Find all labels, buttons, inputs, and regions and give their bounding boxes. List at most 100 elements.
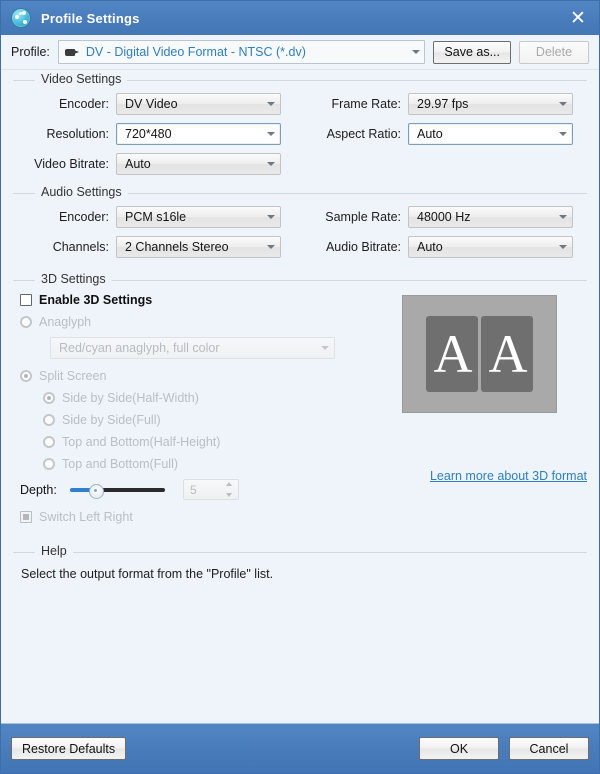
aspect-ratio-dropdown[interactable]: Auto [408,123,573,145]
audio-settings-title: Audio Settings [35,185,128,199]
side-by-side-full-radio [43,414,55,426]
dialog-body: Video Settings Encoder: DV Video Frame R… [1,70,599,723]
switch-left-right-row: Switch Left Right [20,510,392,524]
frame-rate-dropdown[interactable]: 29.97 fps [408,93,573,115]
chevron-down-icon [267,215,275,219]
enable-3d-checkbox[interactable] [20,294,32,306]
chevron-down-icon [321,346,329,350]
cancel-button[interactable]: Cancel [509,737,589,760]
resolution-label: Resolution: [46,127,109,141]
depth-stepper: 5 [183,479,239,500]
chevron-down-icon [559,102,567,106]
split-option-row: Side by Side(Full) [43,413,392,427]
delete-button: Delete [519,40,589,64]
preview-pane-right: A [481,316,533,392]
save-as-button[interactable]: Save as... [433,40,511,64]
video-row-3: Video Bitrate: Auto [13,153,587,175]
audio-bitrate-value: Auto [417,240,443,254]
threed-settings-title: 3D Settings [35,272,112,286]
frame-rate-value: 29.97 fps [417,97,469,111]
chevron-down-icon [559,245,567,249]
dialog-footer: Restore Defaults OK Cancel [1,723,599,773]
video-bitrate-value: Auto [125,157,151,171]
chevron-down-icon [267,132,275,136]
anaglyph-radio-row: Anaglyph [20,315,392,329]
aspect-ratio-label: Aspect Ratio: [326,127,401,141]
anaglyph-value: Red/cyan anaglyph, full color [59,341,220,355]
ok-button[interactable]: OK [419,737,499,760]
close-icon[interactable]: ✕ [567,7,589,29]
audio-bitrate-label: Audio Bitrate: [325,240,401,254]
audio-settings-group: Audio Settings Encoder: PCM s16le Sample… [13,185,587,258]
video-settings-group: Video Settings Encoder: DV Video Frame R… [13,72,587,175]
split-option-row: Top and Bottom(Half-Height) [43,435,392,449]
video-row-2: Resolution: 720*480 Aspect Ratio: Auto [13,123,587,145]
anaglyph-dropdown: Red/cyan anaglyph, full color [50,337,335,359]
audio-row-1: Encoder: PCM s16le Sample Rate: 48000 Hz [13,206,587,228]
split-screen-label: Split Screen [39,369,107,383]
video-bitrate-label: Video Bitrate: [34,157,109,171]
enable-3d-label: Enable 3D Settings [39,293,153,307]
stepper-arrows [224,482,233,497]
profile-bar: Profile: DV - Digital Video Format - NTS… [1,35,599,70]
learn-more-link[interactable]: Learn more about 3D format [402,469,587,483]
channels-label: Channels: [52,240,109,254]
restore-defaults-button[interactable]: Restore Defaults [11,737,127,760]
audio-encoder-value: PCM s16le [125,210,187,224]
resolution-value: 720*480 [125,127,172,141]
profile-value: DV - Digital Video Format - NTSC (*.dv) [85,45,306,59]
chevron-down-icon [267,102,275,106]
chevron-down-icon [559,132,567,136]
frame-rate-label: Frame Rate: [331,97,401,111]
video-encoder-label: Encoder: [58,97,109,111]
depth-value: 5 [190,482,197,497]
camcorder-icon [64,47,80,57]
video-row-1: Encoder: DV Video Frame Rate: 29.97 fps [13,93,587,115]
chevron-down-icon [412,50,421,54]
depth-label: Depth: [20,482,57,497]
split-option-row: Side by Side(Half-Width) [43,391,392,405]
enable-3d-checkbox-row[interactable]: Enable 3D Settings [20,293,392,307]
help-group: Help Select the output format from the "… [13,544,587,581]
split-screen-radio [20,370,32,382]
side-by-side-full-label: Side by Side(Full) [62,413,161,427]
audio-encoder-dropdown[interactable]: PCM s16le [116,206,281,228]
slider-handle[interactable] [89,483,104,499]
split-screen-radio-row: Split Screen [20,369,392,383]
profile-label: Profile: [11,45,50,59]
video-encoder-value: DV Video [125,97,178,111]
threed-settings-group: 3D Settings Enable 3D Settings Anaglyph [13,272,587,532]
slider-track-empty [97,487,165,492]
anaglyph-dropdown-row: Red/cyan anaglyph, full color [50,337,392,359]
audio-bitrate-dropdown[interactable]: Auto [408,236,573,258]
video-bitrate-dropdown[interactable]: Auto [116,153,281,175]
switch-left-right-checkbox [20,511,32,523]
split-option-row: Top and Bottom(Full) [43,457,392,471]
top-bottom-full-radio [43,458,55,470]
help-title: Help [35,544,73,558]
audio-encoder-label: Encoder: [58,210,109,224]
aspect-ratio-value: Auto [417,127,443,141]
chevron-down-icon [267,245,275,249]
window-title: Profile Settings [41,10,140,26]
anaglyph-label: Anaglyph [39,315,92,329]
profile-settings-dialog: Profile Settings ✕ Profile: DV - Digital… [0,0,600,774]
threed-preview-image: A A [402,295,557,413]
globe-icon [11,8,31,28]
sample-rate-dropdown[interactable]: 48000 Hz [408,206,573,228]
chevron-up-icon [225,482,232,486]
top-bottom-half-radio [43,436,55,448]
depth-row: Depth: 5 [20,479,392,500]
profile-combobox[interactable]: DV - Digital Video Format - NTSC (*.dv) [57,40,426,64]
side-by-side-half-label: Side by Side(Half-Width) [62,391,199,405]
video-encoder-dropdown[interactable]: DV Video [116,93,281,115]
resolution-dropdown[interactable]: 720*480 [116,123,281,145]
audio-row-2: Channels: 2 Channels Stereo Audio Bitrat… [13,236,587,258]
channels-dropdown[interactable]: 2 Channels Stereo [116,236,281,258]
depth-slider[interactable] [70,483,165,499]
side-by-side-half-radio [43,392,55,404]
chevron-down-icon [267,162,275,166]
video-settings-title: Video Settings [35,72,128,86]
help-text: Select the output format from the "Profi… [21,567,274,581]
chevron-down-icon [559,215,567,219]
